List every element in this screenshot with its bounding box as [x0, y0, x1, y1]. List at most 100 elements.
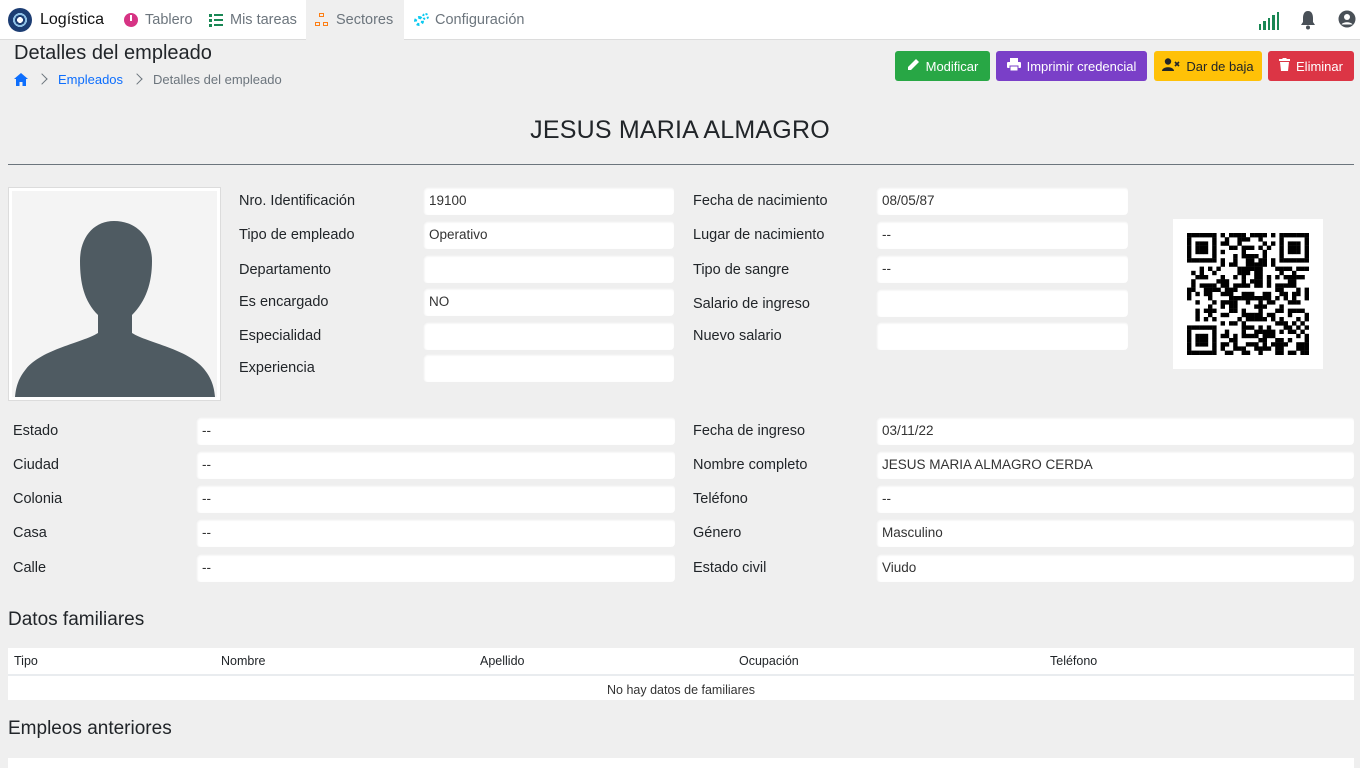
dar-de-baja-button[interactable]: Dar de baja	[1154, 51, 1262, 81]
qr-module	[1187, 233, 1192, 238]
qr-module	[1203, 233, 1209, 238]
breadcrumb-empleados[interactable]: Empleados	[58, 72, 123, 87]
qr-module	[1287, 258, 1293, 263]
field-calle: --	[196, 554, 675, 582]
qr-module	[1304, 312, 1309, 318]
qr-module	[1187, 333, 1192, 339]
qr-module	[1304, 342, 1309, 347]
qr-module	[1229, 262, 1234, 267]
qr-module	[1258, 346, 1263, 351]
qr-module	[1271, 312, 1276, 318]
qr-module	[1304, 249, 1309, 255]
qr-module	[1199, 258, 1204, 263]
qr-module	[1296, 342, 1301, 347]
qr-module	[1283, 325, 1288, 330]
nav-sectores-label: Sectores	[336, 12, 394, 28]
qr-module	[1191, 325, 1196, 330]
brand[interactable]: Logística	[8, 8, 104, 32]
qr-module	[1220, 241, 1225, 246]
qr-module	[1304, 346, 1309, 351]
qr-module	[1224, 342, 1230, 347]
qr-module	[1224, 283, 1230, 288]
qr-module	[1212, 241, 1217, 246]
qr-module	[1275, 346, 1280, 351]
column-header[interactable]: Ocupación	[739, 654, 799, 668]
qr-module	[1187, 346, 1192, 351]
qr-module	[1258, 233, 1263, 238]
qr-module	[1279, 350, 1284, 355]
tasks-icon	[209, 13, 223, 27]
qr-module	[1292, 308, 1297, 313]
qr-module	[1203, 342, 1209, 347]
qr-module	[1304, 350, 1309, 355]
qr-module	[1233, 296, 1238, 301]
qr-module	[1195, 300, 1200, 305]
signal-icon[interactable]	[1259, 10, 1280, 30]
qr-module	[1283, 342, 1288, 347]
tachometer-icon	[124, 13, 138, 27]
column-header[interactable]: Apellido	[480, 654, 524, 668]
qr-module	[1233, 283, 1238, 288]
qr-module	[1233, 338, 1238, 343]
column-header[interactable]: Nombre	[221, 654, 265, 668]
qr-module	[1258, 258, 1263, 263]
qr-module	[1271, 300, 1276, 305]
eliminar-button[interactable]: Eliminar	[1268, 51, 1354, 81]
column-header[interactable]: Teléfono	[1050, 654, 1097, 668]
qr-module	[1212, 308, 1217, 313]
qr-module	[1195, 233, 1200, 238]
qr-module	[1212, 254, 1217, 259]
qr-module	[1254, 304, 1259, 309]
qr-module	[1241, 233, 1246, 238]
qr-module	[1212, 317, 1217, 322]
field-label: Departamento	[239, 262, 331, 278]
bell-icon[interactable]	[1300, 10, 1316, 30]
qr-module	[1212, 287, 1217, 292]
qr-module	[1241, 283, 1246, 288]
qr-module	[1187, 258, 1192, 263]
qr-module	[1187, 237, 1192, 242]
column-header[interactable]: Tipo	[14, 654, 38, 668]
field-ciudad: --	[196, 451, 675, 479]
qr-module	[1304, 338, 1309, 343]
qr-module	[1287, 233, 1293, 238]
qr-module	[1279, 342, 1284, 347]
qr-module	[1203, 308, 1209, 313]
qr-module	[1275, 287, 1280, 292]
qr-module	[1191, 287, 1196, 292]
qr-module	[1279, 287, 1284, 292]
field-lugar-nacimiento: --	[876, 221, 1128, 249]
qr-module	[1241, 333, 1246, 339]
qr-module	[1283, 258, 1288, 263]
qr-module	[1271, 262, 1276, 267]
qr-module	[1275, 308, 1280, 313]
nav-mis-tareas[interactable]: Mis tareas	[209, 0, 297, 40]
qr-module	[1258, 329, 1263, 334]
qr-module	[1292, 296, 1297, 301]
imprimir-credencial-button[interactable]: Imprimir credencial	[996, 51, 1147, 81]
field-label: Lugar de nacimiento	[693, 227, 825, 243]
home-icon[interactable]	[14, 72, 28, 86]
nav-tablero[interactable]: Tablero	[124, 0, 193, 40]
qr-module	[1254, 266, 1259, 271]
pencil-icon	[907, 58, 920, 74]
user-circle-icon[interactable]	[1338, 10, 1356, 30]
qr-module	[1266, 245, 1272, 250]
field-salario-ingreso	[876, 289, 1128, 317]
nav-sectores[interactable]: Sectores	[306, 0, 404, 40]
modificar-button[interactable]: Modificar	[895, 51, 990, 81]
qr-module	[1237, 266, 1242, 271]
imprimir-label: Imprimir credencial	[1026, 58, 1137, 74]
field-label: Calle	[13, 560, 47, 576]
qr-module	[1287, 308, 1293, 313]
qr-module	[1296, 300, 1301, 305]
qr-module	[1237, 270, 1242, 276]
field-label: Casa	[13, 525, 47, 541]
qr-module	[1254, 270, 1259, 276]
qr-module	[1296, 275, 1301, 280]
nav-configuracion[interactable]: Configuración	[414, 0, 524, 40]
qr-module	[1250, 245, 1255, 250]
qr-module	[1262, 329, 1267, 334]
qr-module	[1292, 350, 1297, 355]
qr-module	[1258, 300, 1263, 305]
